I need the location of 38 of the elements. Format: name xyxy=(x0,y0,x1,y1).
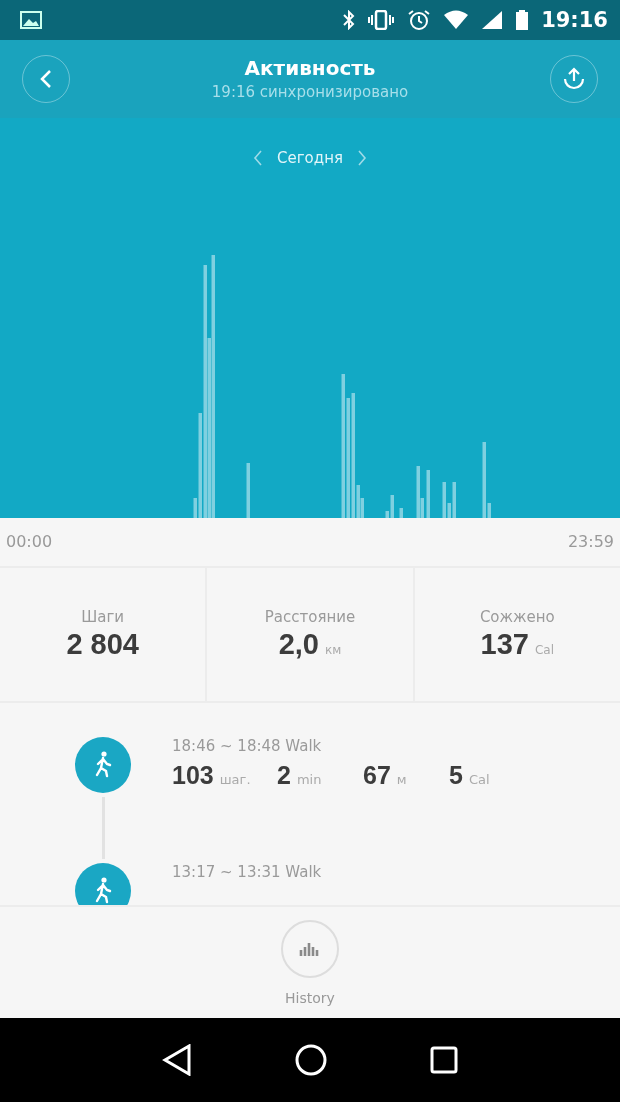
period-label: Сегодня xyxy=(277,148,343,167)
axis-end-label: 23:59 xyxy=(567,532,614,552)
activity-time: 18:46 ~ 18:48 Walk xyxy=(172,737,323,756)
stat-label: Расстояние xyxy=(264,608,356,627)
stat-value: 2,0 xyxy=(278,628,319,662)
stat-label: Сожжено xyxy=(479,608,555,627)
bluetooth-icon xyxy=(343,9,356,30)
walking-person-icon xyxy=(75,737,131,794)
sync-status: 19:16 синхронизировано xyxy=(211,83,409,102)
alarm-clock-icon xyxy=(407,8,432,31)
metric-unit: шаг. xyxy=(219,772,251,788)
bar-chart-icon xyxy=(299,941,321,956)
stat-unit: Cal xyxy=(534,643,555,658)
upload-arrow-icon xyxy=(561,66,587,91)
metric-value: 5 xyxy=(449,761,463,791)
stat-value: 137 xyxy=(480,628,529,662)
signal-icon xyxy=(481,9,504,30)
stat-label: Шаги xyxy=(81,608,125,627)
metric-value: 103 xyxy=(172,761,214,791)
stat-value: 2 804 xyxy=(66,628,139,662)
clock-time: 19:16 xyxy=(541,7,608,32)
recent-apps-square-icon[interactable] xyxy=(430,1046,459,1075)
back-triangle-icon[interactable] xyxy=(161,1044,192,1077)
image-icon xyxy=(20,10,42,29)
metric-unit: м xyxy=(396,772,407,788)
vibrate-icon xyxy=(367,9,396,30)
metric-value: 67 xyxy=(363,761,391,791)
stat-unit: км xyxy=(325,643,342,658)
axis-start-label: 00:00 xyxy=(6,532,53,552)
metric-unit: Cal xyxy=(468,772,490,788)
metric-unit: min xyxy=(296,772,322,788)
page-title: Активность xyxy=(244,56,376,81)
home-circle-icon[interactable] xyxy=(295,1044,327,1077)
wifi-icon xyxy=(443,9,470,30)
metric-value: 2 xyxy=(277,761,291,791)
chevron-left-icon xyxy=(39,68,53,89)
battery-icon xyxy=(515,8,530,31)
activity-time: 13:17 ~ 13:31 Walk xyxy=(172,863,322,882)
